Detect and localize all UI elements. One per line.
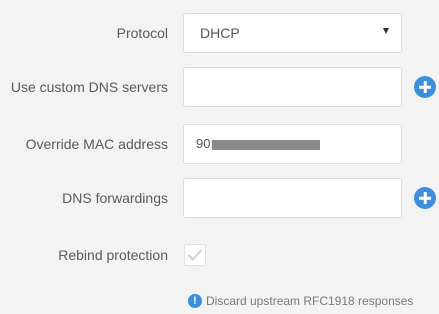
rebind-protection-label: Rebind protection — [58, 247, 168, 263]
rebind-protection-checkbox[interactable] — [184, 244, 206, 266]
custom-dns-field-wrapper — [183, 67, 402, 107]
override-mac-row: Override MAC address 90: — [0, 124, 439, 164]
info-icon: ! — [188, 293, 202, 308]
protocol-selected-value: DHCP — [200, 25, 240, 41]
add-dns-server-button[interactable] — [414, 76, 436, 98]
redaction-bar — [212, 140, 320, 150]
dns-forwardings-field-wrapper — [183, 178, 402, 218]
add-dns-forwarding-button[interactable] — [414, 187, 436, 209]
network-settings-form: Protocol DHCP Use custom DNS servers Ove… — [0, 0, 439, 314]
custom-dns-input[interactable] — [184, 68, 401, 106]
chevron-down-icon — [383, 28, 389, 34]
override-mac-label: Override MAC address — [25, 136, 168, 152]
dns-forwardings-input[interactable] — [184, 179, 401, 217]
protocol-label: Protocol — [116, 25, 168, 41]
rebind-protection-row: Rebind protection — [0, 236, 439, 274]
rebind-protection-hint-text: Discard upstream RFC1918 responses — [206, 294, 414, 308]
rebind-protection-hint: ! Discard upstream RFC1918 responses — [188, 292, 413, 310]
dns-forwardings-row: DNS forwardings — [0, 178, 439, 218]
custom-dns-label: Use custom DNS servers — [10, 79, 168, 95]
protocol-row: Protocol DHCP — [0, 13, 439, 53]
check-icon — [188, 249, 202, 261]
protocol-select[interactable]: DHCP — [183, 13, 402, 53]
custom-dns-row: Use custom DNS servers — [0, 67, 439, 107]
dns-forwardings-label: DNS forwardings — [62, 190, 168, 206]
override-mac-field[interactable]: 90: — [183, 124, 402, 164]
